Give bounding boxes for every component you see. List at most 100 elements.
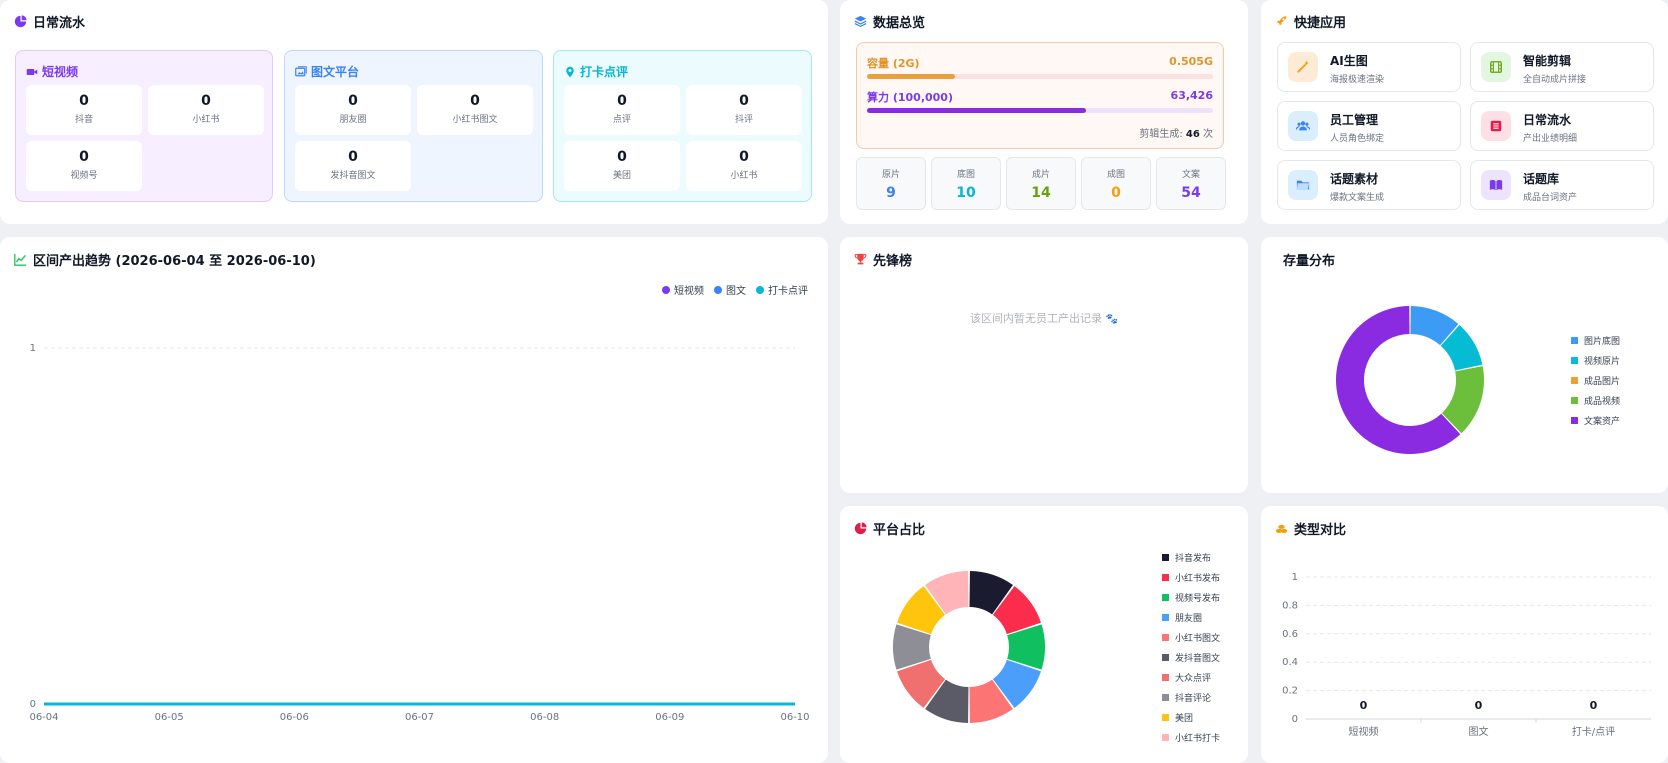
legend-item[interactable]: 发抖音图文 — [1162, 647, 1220, 667]
storage-legend: 图片底图 视频原片成品图片成品视频 文案资产 — [1571, 330, 1620, 430]
stat-xhs-checkin[interactable]: 0 小红书 — [686, 141, 802, 191]
quick-app-2[interactable]: 智能剪辑 全自动成片拼接 — [1470, 42, 1654, 92]
overview-stat-value: 14 — [1031, 185, 1051, 201]
y-tick-label: 1 — [30, 343, 36, 354]
overview-stat[interactable]: 文案 54 — [1156, 157, 1226, 210]
legend-item[interactable]: 图片底图 — [1571, 330, 1620, 350]
group-image-text-title: 图文平台 — [295, 63, 359, 80]
x-tick-label: 图文 — [1469, 725, 1489, 738]
overview-stat-label: 底图 — [956, 170, 975, 180]
x-tick-label: 06-07 — [405, 712, 434, 723]
legend-item[interactable]: 成品图片 — [1571, 370, 1620, 390]
images-icon — [295, 65, 307, 76]
legend-item[interactable]: 大众点评 — [1162, 667, 1220, 687]
type-compare-card: 类型对比 0 0.2 0.4 0.6 0.8 1 0 短视频 0 图文 0 打卡/点评 — [1261, 506, 1668, 763]
legend-item[interactable]: 小红书发布 — [1162, 567, 1220, 587]
legend-swatch — [1571, 356, 1578, 364]
legend-swatch — [1162, 733, 1169, 741]
group-short-video-title: 短视频 — [26, 63, 78, 80]
x-tick-label: 短视频 — [1349, 725, 1379, 738]
overview-stat[interactable]: 成图 0 — [1081, 157, 1151, 210]
legend-label: 发抖音图文 — [1175, 653, 1221, 664]
rocket-icon — [1276, 16, 1287, 26]
legend-swatch — [1162, 653, 1169, 661]
legend-item[interactable]: 朋友圈 — [1162, 607, 1220, 627]
trophy-icon — [854, 253, 867, 265]
overview-stat-label: 成片 — [1031, 170, 1050, 180]
users-icon — [1288, 111, 1318, 141]
stat-dianping[interactable]: 0 点评 — [564, 85, 680, 135]
legend-item[interactable]: 视频号发布 — [1162, 587, 1220, 607]
capacity-row: 容量 (2G) 0.505G — [867, 55, 1213, 71]
stat-douyin[interactable]: 0 抖音 — [26, 85, 142, 135]
stat-pengyouquan[interactable]: 0 朋友圈 — [295, 85, 411, 135]
platform-legend: 抖音发布 小红书发布视频号发布朋友圈小红书图文发抖音图文大众点评抖音评论美团小红书… — [1162, 547, 1220, 747]
legend-label: 抖音评论 — [1175, 693, 1212, 704]
compute-bar-fill — [867, 108, 1087, 113]
leaderboard-title: 先锋榜 — [854, 250, 912, 269]
stat-meituan[interactable]: 0 美团 — [564, 141, 680, 191]
quick-app-subtitle: 海报极速渲染 — [1330, 75, 1385, 85]
legend-item[interactable]: 美团 — [1162, 707, 1220, 727]
bar-data-label: 0 — [1590, 699, 1598, 712]
stat-shipinhao[interactable]: 0 视频号 — [26, 141, 142, 191]
legend-label: 大众点评 — [1175, 673, 1212, 684]
legend-item[interactable]: 小红书打卡 — [1162, 727, 1220, 747]
x-tick-label: 06-10 — [780, 712, 809, 723]
compute-label: 算力 (100,000) — [867, 91, 953, 104]
stat-douping[interactable]: 0 抖评 — [686, 85, 802, 135]
group-checkin-review-title: 打卡点评 — [564, 63, 628, 80]
stat-xhs-tuwen[interactable]: 0 小红书图文 — [417, 85, 533, 135]
overview-stat-value: 10 — [956, 185, 976, 201]
legend-item[interactable]: 视频原片 — [1571, 350, 1620, 370]
stat-douyin-tuwen[interactable]: 0 发抖音图文 — [295, 141, 411, 191]
pie-chart-icon — [14, 15, 27, 28]
legend-swatch — [1162, 633, 1169, 641]
overview-stat[interactable]: 底图 10 — [931, 157, 1001, 210]
leaderboard-card: 先锋榜 该区间内暂无员工产出记录 🐾 — [840, 237, 1248, 493]
legend-label: 美团 — [1175, 713, 1194, 724]
quick-apps-card: 快捷应用 AI生图 海报极速渲染 智能剪辑 全自动成片拼接 员工管理 人员角色绑定 日常流水… — [1261, 0, 1668, 224]
group-short-video: 短视频 0 抖音 0 小红书 0 视频号 — [15, 50, 273, 202]
legend-item[interactable]: 小红书图文 — [1162, 627, 1220, 647]
overview-stat[interactable]: 原片 9 — [856, 157, 926, 210]
y-tick-label: 0.8 — [1282, 600, 1298, 611]
type-compare-chart: 0 0.2 0.4 0.6 0.8 1 0 短视频 0 图文 0 打卡/点评 — [1282, 572, 1651, 738]
legend-item[interactable]: 抖音发布 — [1162, 547, 1220, 567]
quick-apps-title: 快捷应用 — [1275, 12, 1346, 31]
legend-swatch — [1162, 693, 1169, 701]
legend-item[interactable]: 抖音评论 — [1162, 687, 1220, 707]
legend-label: 成品图片 — [1584, 376, 1621, 387]
overview-stat-label: 成图 — [1106, 170, 1125, 180]
x-tick-label: 06-04 — [29, 712, 58, 723]
quick-app-title: 话题库 — [1523, 172, 1560, 186]
overview-card: 数据总览 容量 (2G) 0.505G 算力 (100,000) 63,426 … — [840, 0, 1248, 224]
quick-app-1[interactable]: AI生图 海报极速渲染 — [1277, 42, 1461, 92]
bar-data-label: 0 — [1360, 699, 1368, 712]
legend-swatch — [1162, 593, 1169, 601]
daily-flow-title: 日常流水 — [14, 12, 85, 31]
legend-swatch — [1571, 396, 1578, 404]
legend-label: 视频号发布 — [1175, 593, 1221, 604]
legend-label: 小红书打卡 — [1175, 733, 1221, 744]
y-tick-label: 0.4 — [1282, 657, 1298, 668]
quick-app-5[interactable]: 话题素材 爆款文案生成 — [1277, 160, 1461, 210]
group-checkin-review: 打卡点评 0 点评 0 抖评 0 美团 0 小红书 — [553, 50, 812, 202]
quick-app-4[interactable]: 日常流水 产出业绩明细 — [1470, 101, 1654, 151]
quick-app-subtitle: 成品台词资产 — [1523, 193, 1578, 203]
capacity-bar-fill — [867, 74, 955, 79]
capacity-value: 0.505G — [1169, 55, 1213, 68]
legend-item[interactable]: 成品视频 — [1571, 390, 1620, 410]
legend-item[interactable]: 文案资产 — [1571, 410, 1620, 430]
stat-xiaohongshu[interactable]: 0 小红书 — [148, 85, 264, 135]
storage-card: 存量分布 图片底图 视频原片 成品图片 成品视频 文案资产 — [1261, 237, 1668, 493]
quick-app-title: 员工管理 — [1330, 113, 1379, 127]
overview-title: 数据总览 — [854, 12, 925, 31]
film-icon — [1481, 52, 1511, 82]
compute-row: 算力 (100,000) 63,426 — [867, 89, 1213, 105]
overview-stat[interactable]: 成片 14 — [1006, 157, 1076, 210]
quick-app-3[interactable]: 员工管理 人员角色绑定 — [1277, 101, 1461, 151]
quick-app-6[interactable]: 话题库 成品台词资产 — [1470, 160, 1654, 210]
legend-label: 小红书图文 — [1175, 633, 1221, 644]
location-pin-icon — [566, 66, 574, 77]
